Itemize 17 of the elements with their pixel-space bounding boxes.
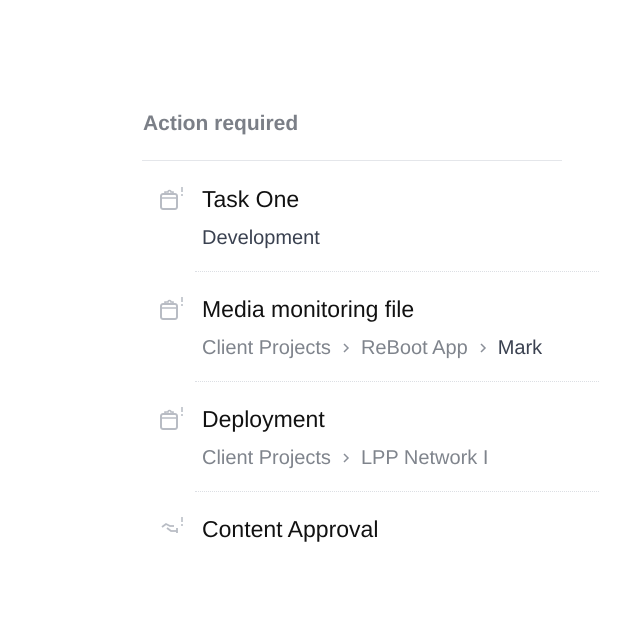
clipboard-alert-icon [159,297,185,321]
chevron-right-icon [342,342,350,354]
clipboard-alert-icon [159,187,185,211]
clipboard-alert-icon [159,407,185,431]
task-title[interactable]: Deployment [202,406,325,432]
task-title[interactable]: Task One [202,186,300,212]
breadcrumb-link[interactable]: LPP Network I [360,446,488,470]
chevron-right-icon [478,342,487,354]
breadcrumb-link[interactable]: Development [202,226,320,250]
section-heading: Action required [143,112,298,136]
breadcrumb-link[interactable]: ReBoot App [360,336,468,360]
task-title[interactable]: Media monitoring file [202,296,414,322]
breadcrumb-link[interactable]: Client Projects [202,336,331,360]
chevron-right-icon [342,452,350,464]
breadcrumb-link[interactable]: Mark [498,336,542,360]
breadcrumb-link[interactable]: Client Projects [202,446,331,470]
task-title[interactable]: Content Approval [202,516,378,542]
